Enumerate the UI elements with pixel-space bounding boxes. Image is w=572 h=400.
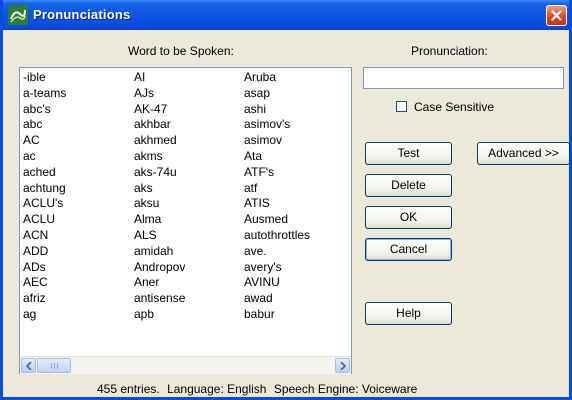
list-item[interactable]: aks-74u [134,165,185,181]
horizontal-scrollbar[interactable] [20,356,351,374]
close-icon [551,10,562,21]
list-item[interactable]: ATF's [244,165,310,181]
grip-line [51,363,52,369]
arrow-left-icon [26,362,32,370]
list-item[interactable]: Ata [244,149,310,165]
list-item[interactable]: a-teams [23,86,66,102]
help-button[interactable]: Help [365,302,452,325]
list-item[interactable]: akhmed [134,133,185,149]
list-item[interactable]: amidah [134,244,185,260]
arrow-right-icon [340,362,346,370]
scroll-thumb[interactable] [37,358,71,373]
case-sensitive-checkbox[interactable] [396,101,407,112]
list-item[interactable]: ACLU [23,212,66,228]
language-info: Language: English [167,382,267,396]
speech-engine-info: Speech Engine: Voiceware [273,382,418,396]
list-item[interactable]: Aruba [244,70,310,86]
title-bar[interactable]: Pronunciations [3,0,569,30]
delete-button[interactable]: Delete [365,174,452,197]
word-list-items: -ible a-teams abc's abc AC ac ached achtung ACLU… [20,68,351,356]
list-item[interactable]: avery's [244,260,310,276]
scroll-left-button[interactable] [21,358,36,373]
list-item[interactable]: ATIS [244,196,310,212]
list-item[interactable]: ALS [134,228,185,244]
list-item[interactable]: ACN [23,228,66,244]
cancel-button[interactable]: Cancel [365,238,452,261]
list-column: Aruba asap ashi asimov's asimov Ata ATF's atf AT… [244,70,310,323]
list-item[interactable]: akhbar [134,117,185,133]
list-item[interactable]: Ausmed [244,212,310,228]
list-item[interactable]: Alma [134,212,185,228]
list-item[interactable]: ac [23,149,66,165]
ok-button[interactable]: OK [365,206,452,229]
status-bar: 455 entries. Language: English Speech En… [97,382,421,396]
list-item[interactable]: asimov's [244,117,310,133]
list-item[interactable]: AJs [134,86,185,102]
pronunciation-input[interactable] [363,67,564,89]
word-list[interactable]: -ible a-teams abc's abc AC ac ached achtung ACLU… [19,67,352,374]
list-item[interactable]: ached [23,165,66,181]
list-item[interactable]: abc's [23,102,66,118]
list-item[interactable]: AI [134,70,185,86]
list-item[interactable]: ave. [244,244,310,260]
grip-line [54,363,55,369]
word-list-header: Word to be Spoken: [128,44,234,58]
advanced-button[interactable]: Advanced >> [477,142,570,165]
list-item[interactable]: antisense [134,291,185,307]
entry-count: 455 entries. [97,382,160,396]
list-item[interactable]: ADs [23,260,66,276]
list-item[interactable]: AVINU [244,275,310,291]
pronunciation-header: Pronunciation: [411,44,488,58]
list-item[interactable]: afriz [23,291,66,307]
list-column: -ible a-teams abc's abc AC ac ached achtung ACLU… [23,70,66,323]
speech-app-icon [8,5,28,25]
list-item[interactable]: autothrottles [244,228,310,244]
list-item[interactable]: abc [23,117,66,133]
close-button[interactable] [546,5,567,26]
list-item[interactable]: awad [244,291,310,307]
list-item[interactable]: asap [244,86,310,102]
list-item[interactable]: ashi [244,102,310,118]
list-item[interactable]: ADD [23,244,66,260]
list-item[interactable]: AEC [23,275,66,291]
list-item[interactable]: asimov [244,133,310,149]
list-item[interactable]: akms [134,149,185,165]
list-item[interactable]: ag [23,307,66,323]
test-button[interactable]: Test [365,142,452,165]
scroll-right-button[interactable] [335,358,350,373]
list-item[interactable]: babur [244,307,310,323]
pronunciations-dialog: Pronunciations Word to be Spoken: Pronun… [0,0,572,400]
list-item[interactable]: AC [23,133,66,149]
window-title: Pronunciations [33,7,131,22]
list-item[interactable]: achtung [23,181,66,197]
list-item[interactable]: Andropov [134,260,185,276]
list-item[interactable]: ACLU's [23,196,66,212]
list-item[interactable]: Aner [134,275,185,291]
grip-line [57,363,58,369]
list-item[interactable]: atf [244,181,310,197]
list-item[interactable]: aks [134,181,185,197]
list-item[interactable]: apb [134,307,185,323]
list-item[interactable]: -ible [23,70,66,86]
list-column: AI AJs AK-47 akhbar akhmed akms aks-74u aks aksu… [134,70,185,323]
case-sensitive-label[interactable]: Case Sensitive [414,100,494,114]
list-item[interactable]: AK-47 [134,102,185,118]
list-item[interactable]: aksu [134,196,185,212]
